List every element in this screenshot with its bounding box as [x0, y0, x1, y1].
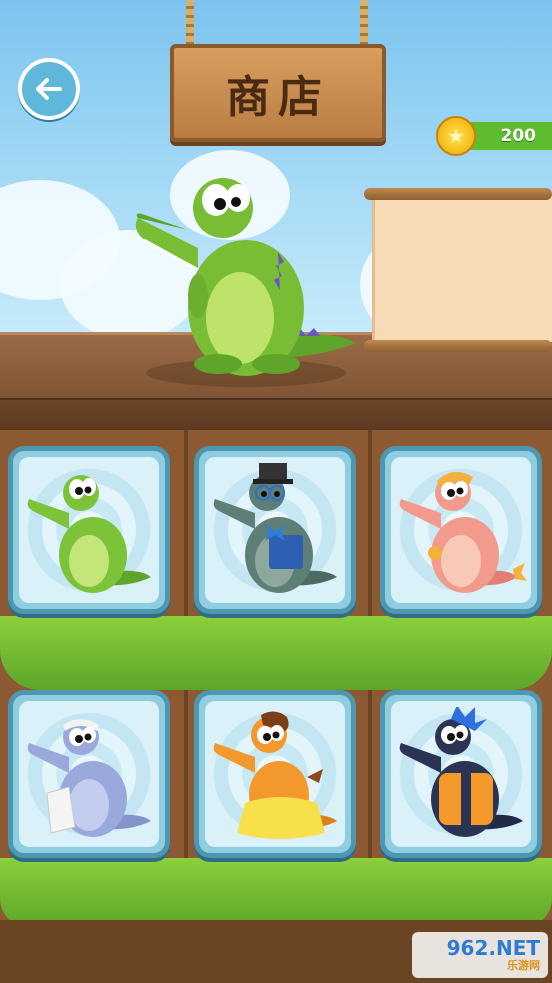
- shop-item-pink-crocodile[interactable]: [380, 446, 542, 614]
- gray-crocodile-hat-icon: [213, 463, 337, 593]
- shop-item-gray-crocodile[interactable]: [194, 446, 356, 614]
- site-watermark-logo: 962.NET 乐游网: [412, 932, 548, 978]
- page-title: 商店: [226, 72, 330, 123]
- shop-item-green-crocodile[interactable]: [8, 446, 170, 614]
- preview-crocodile: [135, 178, 356, 387]
- watermark-sub: 乐游网: [507, 959, 540, 972]
- coin-counter: 200 ★: [436, 116, 552, 156]
- shop-title-sign: 商店: [170, 44, 386, 142]
- orange-crocodile-dress-icon: [213, 711, 337, 839]
- watermark-main: 962.NET: [446, 936, 540, 960]
- shop-item-navy-crocodile[interactable]: [380, 690, 542, 858]
- navy-crocodile-vest-icon: [399, 707, 523, 837]
- star-coin-icon: ★: [436, 116, 476, 156]
- shop-item-lavender-crocodile[interactable]: [8, 690, 170, 858]
- lavender-crocodile-towel-icon: [27, 719, 151, 837]
- back-button[interactable]: [18, 58, 80, 120]
- grass-strip-bottom: [0, 858, 552, 928]
- info-scroll-panel: [364, 188, 552, 352]
- grass-strip-top: [0, 616, 552, 690]
- pink-crocodile-bandana-icon: [399, 471, 527, 593]
- green-crocodile-icon: [27, 475, 151, 593]
- coin-amount: 200: [500, 126, 537, 146]
- shop-item-orange-crocodile[interactable]: [194, 690, 356, 858]
- back-arrow-icon: [36, 78, 62, 100]
